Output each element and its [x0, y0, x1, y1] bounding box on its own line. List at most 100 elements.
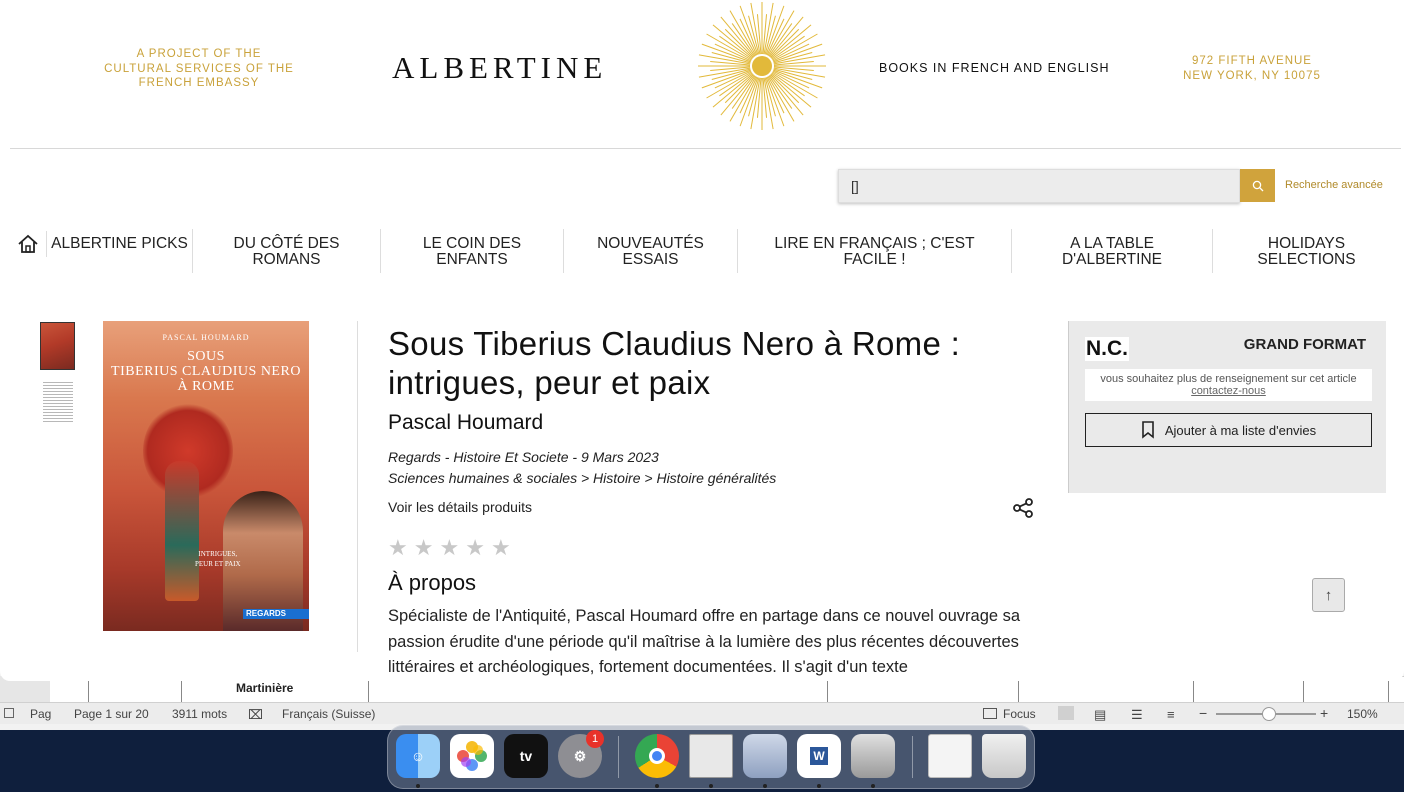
scroll-to-top-button[interactable]: ↑ [1312, 578, 1345, 612]
dock-separator [912, 736, 913, 778]
nav-label: NOUVEAUTÉS ESSAIS [597, 235, 704, 268]
word-focus[interactable]: Focus [1003, 707, 1036, 721]
zoom-slider-handle[interactable] [1262, 707, 1276, 721]
tv-label: tv [519, 748, 533, 764]
cover-title-line: À ROME [177, 379, 235, 394]
product-description: Spécialiste de l'Antiquité, Pascal Houma… [388, 607, 1021, 676]
project-line-1: A PROJECT OF THE [136, 48, 262, 60]
apple-tv-icon[interactable]: tv [504, 734, 548, 778]
about-heading: À propos [388, 570, 477, 595]
cover-author: PASCAL HOUMARD [162, 333, 250, 342]
cover-title-line: SOUS [187, 349, 225, 364]
search-input[interactable]: [] [838, 169, 1240, 203]
info-box: vous souhaitez plus de renseignement sur… [1085, 369, 1372, 401]
print-layout-view-button[interactable] [1058, 706, 1074, 720]
star-icon[interactable]: ★ [414, 537, 434, 559]
settings-badge: 1 [586, 730, 604, 748]
content-divider [357, 321, 358, 652]
word-word-count[interactable]: 3911 mots [172, 707, 227, 721]
printer-icon[interactable] [851, 734, 895, 778]
running-indicator [871, 784, 875, 788]
star-icon[interactable]: ★ [465, 537, 485, 559]
document-icon[interactable] [689, 734, 733, 778]
chrome-center [649, 748, 665, 764]
star-icon[interactable]: ★ [439, 537, 459, 559]
nav-item-holidays[interactable]: HOLIDAYS SELECTIONS [1213, 229, 1400, 273]
search-button[interactable] [1240, 169, 1275, 202]
minimized-window-icon[interactable] [928, 734, 972, 778]
outline-view-button[interactable]: ☰ [1131, 707, 1143, 723]
product-publisher-date[interactable]: Regards - Histoire Et Societe - 9 Mars 2… [388, 449, 659, 465]
trash-icon[interactable] [982, 734, 1026, 778]
word-zoom-level[interactable]: 150% [1347, 707, 1378, 721]
cover-thumbnail-2[interactable] [43, 380, 73, 422]
running-indicator [416, 784, 420, 788]
share-icon[interactable] [1012, 497, 1034, 519]
purchase-panel: N.C. GRAND FORMAT vous souhaitez plus de… [1068, 321, 1386, 493]
book-cover[interactable]: PASCAL HOUMARD SOUS TIBERIUS CLAUDIUS NE… [103, 321, 309, 631]
cover-title-line: TIBERIUS CLAUDIUS NERO [111, 364, 301, 379]
zoom-out-button[interactable]: − [1199, 705, 1207, 721]
word-page-info[interactable]: Page 1 sur 20 [74, 707, 149, 721]
rating-stars[interactable]: ★ ★ ★ ★ ★ [388, 537, 511, 559]
advanced-search-link[interactable]: Recherche avancée [1285, 179, 1383, 191]
info-text: vous souhaitez plus de renseignement sur… [1100, 373, 1357, 385]
nav-label: A LA TABLE D'ALBERTINE [1061, 235, 1162, 268]
nav-item-lire-en-francais[interactable]: LIRE EN FRANÇAIS ; C'EST FACILE ! [738, 229, 1012, 273]
sun-logo-icon [698, 2, 826, 130]
chrome-icon[interactable] [635, 734, 679, 778]
header-divider [10, 148, 1401, 149]
cover-subtitle: INTRIGUES, PEUR ET PAIX [195, 549, 241, 569]
nav-home-button[interactable] [10, 231, 47, 257]
web-layout-view-button[interactable]: ▤ [1094, 707, 1106, 723]
product-details-link[interactable]: Voir les détails produits [388, 499, 532, 515]
home-icon [18, 234, 38, 253]
nav-item-albertine-picks[interactable]: ALBERTINE PICKS [47, 229, 193, 273]
star-icon[interactable]: ★ [388, 537, 408, 559]
zoom-in-button[interactable]: + [1320, 705, 1328, 721]
nav-label: HOLIDAYS SELECTIONS [1257, 235, 1356, 268]
nav-item-enfants[interactable]: LE COIN DES ENFANTS [381, 229, 564, 273]
contact-link[interactable]: contactez-nous [1191, 385, 1266, 397]
photos-flower-icon [457, 741, 487, 771]
star-icon[interactable]: ★ [491, 537, 511, 559]
price: N.C. [1085, 337, 1129, 361]
photos-icon[interactable] [450, 734, 494, 778]
cover-title: SOUS TIBERIUS CLAUDIUS NERO À ROME [103, 349, 309, 394]
arrow-up-icon: ↑ [1324, 586, 1333, 604]
nav-label: LE COIN DES ENFANTS [422, 235, 522, 268]
word-icon[interactable]: W [797, 734, 841, 778]
finder-icon[interactable]: ☺ [396, 734, 440, 778]
address-line-1: 972 FIFTH AVENUE [1192, 55, 1312, 67]
dock-separator [618, 736, 619, 778]
cover-thumbnail-1[interactable] [40, 322, 75, 370]
word-w-glyph: W [810, 747, 828, 765]
nav-item-table-albertine[interactable]: A LA TABLE D'ALBERTINE [1012, 229, 1213, 273]
add-to-wishlist-button[interactable]: Ajouter à ma liste d'envies [1085, 413, 1372, 447]
project-line-3: FRENCH EMBASSY [138, 77, 260, 89]
search-icon [1252, 180, 1263, 191]
header-project-text: A PROJECT OF THE CULTURAL SERVICES OF TH… [90, 47, 308, 91]
format-label: GRAND FORMAT [1243, 336, 1366, 353]
nav-item-nouveautes-essais[interactable]: NOUVEAUTÉS ESSAIS [564, 229, 738, 273]
nav-label: DU CÔTÉ DES ROMANS [233, 235, 340, 268]
preview-icon[interactable] [743, 734, 787, 778]
draft-view-button[interactable]: ≡ [1167, 707, 1175, 722]
word-language[interactable]: Français (Suisse) [282, 707, 375, 721]
albertine-logo[interactable]: ALBERTINE [392, 50, 607, 86]
running-indicator [655, 784, 659, 788]
running-indicator [709, 784, 713, 788]
bookmark-icon [1142, 421, 1154, 439]
nav-label: LIRE EN FRANÇAIS ; C'EST FACILE ! [774, 235, 975, 268]
cover-subtitle-line: PEUR ET PAIX [195, 560, 241, 568]
browser-page: A PROJECT OF THE CULTURAL SERVICES OF TH… [0, 0, 1404, 681]
running-indicator [817, 784, 821, 788]
word-macro-icon[interactable] [4, 708, 14, 718]
address-line-2: NEW YORK, NY 10075 [1183, 70, 1321, 82]
product-categories[interactable]: Sciences humaines & sociales > Histoire … [388, 470, 776, 486]
product-author[interactable]: Pascal Houmard [388, 411, 543, 435]
proofing-icon[interactable]: ⌧ [248, 707, 263, 723]
header-books-text: BOOKS IN FRENCH AND ENGLISH [879, 61, 1110, 75]
focus-icon[interactable] [983, 708, 997, 719]
nav-item-romans[interactable]: DU CÔTÉ DES ROMANS [193, 229, 381, 273]
